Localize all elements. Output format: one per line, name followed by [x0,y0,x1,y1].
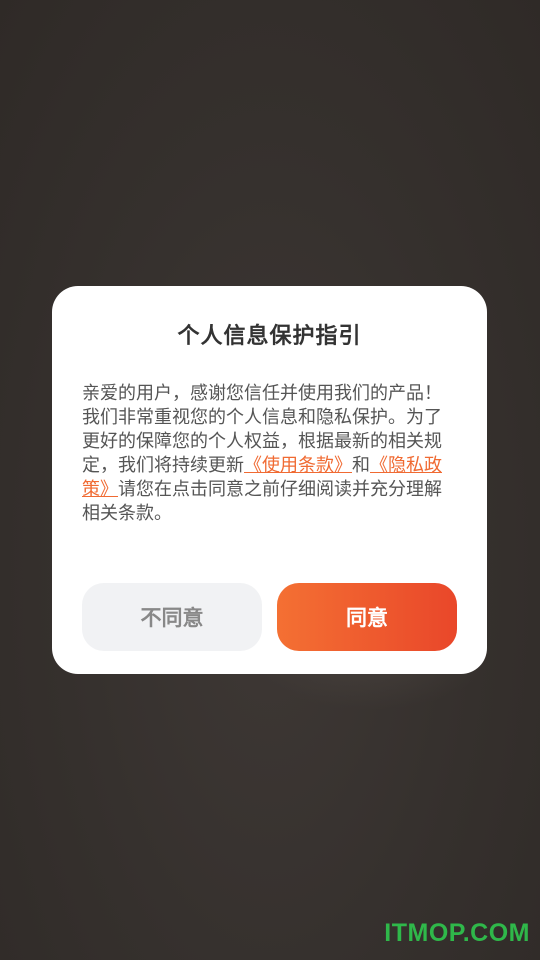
terms-link[interactable]: 《使用条款》 [244,455,352,476]
disagree-button-label: 不同意 [140,606,204,630]
dialog-body: 亲爱的用户，感谢您信任并使用我们的产品！我们非常重视您的个人信息和隐私保护。为了… [82,382,442,526]
privacy-dialog: 个人信息保护指引 亲爱的用户，感谢您信任并使用我们的产品！我们非常重视您的个人信… [52,286,487,674]
dialog-title: 个人信息保护指引 [177,324,362,349]
disagree-button[interactable]: 不同意 [82,583,262,651]
body-connector: 和 [352,455,370,476]
watermark: ITMOP.COM [384,919,530,947]
agree-button[interactable]: 同意 [277,583,457,651]
app-screen: 个人信息保护指引 亲爱的用户，感谢您信任并使用我们的产品！我们非常重视您的个人信… [0,0,540,960]
body-text-after: 请您在点击同意之前仔细阅读并充分理解相关条款。 [82,479,442,524]
agree-button-label: 同意 [346,606,388,630]
